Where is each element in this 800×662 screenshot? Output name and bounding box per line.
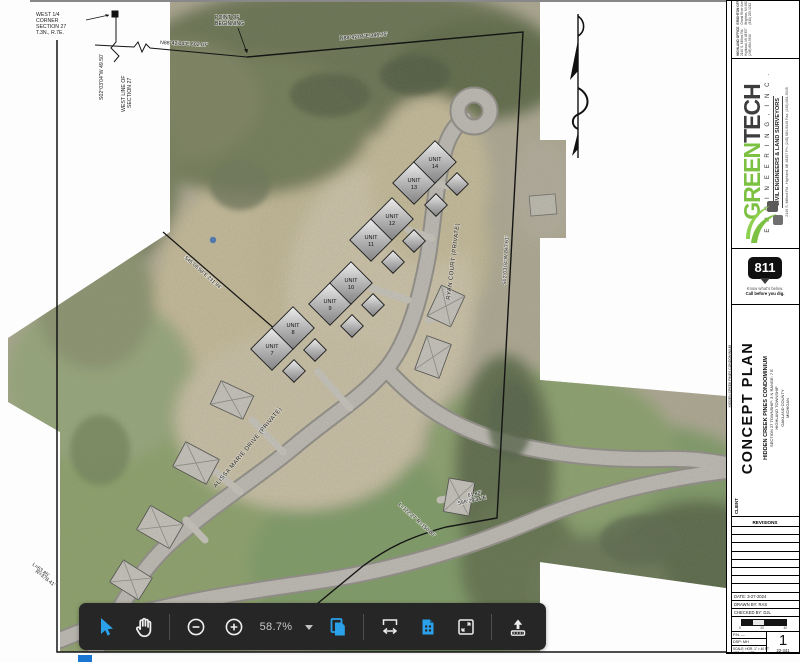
pdf-viewer: WEST 1/4 CORNER SECTION 27 T.3N., R.7E. … [0, 0, 800, 662]
fit-width-button[interactable] [371, 608, 408, 646]
company-tagline: CIVIL ENGINEERS & LAND SURVEYORS [773, 96, 783, 208]
toolbar-divider [169, 614, 170, 640]
graphic-scale-bar [741, 619, 787, 626]
concept-plan-drawing: WEST 1/4 CORNER SECTION 27 T.3N., R.7E. … [0, 0, 726, 662]
client-label: CLIENT [734, 470, 741, 514]
office-address-blocks: HIGHLAND OFFICE2140 S. Milford Rd. Highl… [737, 4, 755, 56]
revisions-table: REVISIONS [731, 518, 799, 593]
scale-ticks: 02040 [739, 626, 787, 630]
upload-icon [507, 616, 529, 638]
svg-text:T.3N., R.7E.: T.3N., R.7E. [36, 30, 64, 36]
office-address-block: BRIGHTON OFFICEGrand River Ave. Brighton… [737, 0, 755, 25]
checked-by-row: CHECKED BY: DJL [731, 609, 799, 617]
pages-icon [327, 616, 349, 638]
sheet-number: 1 [767, 633, 799, 648]
pages-tool-button[interactable] [319, 608, 356, 646]
revision-row [731, 535, 799, 543]
svg-text:N88°42'04"E 602.07': N88°42'04"E 602.07' [160, 40, 208, 48]
sheet-title: CONCEPT PLAN [740, 310, 760, 506]
markup-document-icon [417, 616, 439, 638]
title-block-bottom: P.N. — DSP: MH SCALE: HOR. 1" = 40 FT VE… [731, 631, 799, 652]
expand-icon [455, 616, 477, 638]
fullscreen-button[interactable] [447, 608, 484, 646]
job-number: 22-341 [767, 648, 799, 653]
revision-row [731, 552, 799, 560]
north-arrow-icon [570, 14, 588, 158]
drawn-by-row: DRAWN BY: RAS [731, 601, 799, 609]
viewer-toolbar: 58.7% [79, 603, 546, 650]
revision-row [731, 568, 799, 576]
revision-row [731, 560, 799, 568]
markup-list-button[interactable] [409, 608, 446, 646]
svg-text:SECTION 27: SECTION 27 [127, 78, 133, 108]
project-info: HIDDEN CREEK PINES CONDOMINIUM SECTION 2… [763, 310, 797, 506]
minus-circle-icon [185, 616, 207, 638]
revision-row [731, 527, 799, 535]
scale-note: SCALE: HOR. 1" = 40 FT VER. 1" = 4 FT [731, 646, 766, 655]
revision-row [731, 576, 799, 584]
svg-text:S02°03'04"W 49.50': S02°03'04"W 49.50' [99, 54, 105, 100]
toolbar-divider [363, 614, 364, 640]
shovel-icon [760, 278, 770, 284]
date-row: DATE: 3-27-2024 [731, 593, 799, 601]
sheet-edge-label: HIDDEN CREEK PINES CONDOMINIUM [728, 271, 732, 481]
select-tool-button[interactable] [87, 608, 124, 646]
taskbar-sliver [78, 655, 92, 662]
plus-circle-icon [223, 616, 245, 638]
svg-text:BEGINNING: BEGINNING [215, 21, 244, 27]
cursor-icon [95, 616, 117, 638]
chevron-down-icon [304, 623, 314, 631]
title-block: HIGHLAND OFFICE2140 S. Milford Rd. Highl… [726, 0, 800, 654]
revision-row [731, 543, 799, 551]
project-number: P.N. — [731, 632, 766, 639]
dsp-row: DSP: MH [731, 639, 766, 646]
zoom-out-button[interactable] [177, 608, 214, 646]
revisions-header: REVISIONS [731, 518, 799, 527]
zoom-level-dropdown[interactable] [300, 608, 318, 646]
export-button[interactable] [499, 608, 536, 646]
811-badge: 811 [748, 257, 782, 279]
company-address: 2140 S. Milford Rd., Highland, MI 48357 … [785, 87, 789, 216]
hand-icon [132, 615, 156, 639]
pan-tool-button[interactable] [125, 608, 162, 646]
leaf-logo-icon [743, 199, 785, 245]
office-address-block: HIGHLAND OFFICE2140 S. Milford Rd. Highl… [737, 27, 755, 56]
toolbar-divider [491, 614, 492, 640]
fit-width-icon [379, 616, 401, 638]
aerial-photo [0, 0, 726, 662]
zoom-level-value[interactable]: 58.7% [253, 621, 299, 633]
revision-row [731, 584, 799, 592]
call-811-logo: 811 Know what's below. Call before you d… [732, 251, 798, 301]
blue-marker [210, 237, 216, 243]
zoom-in-button[interactable] [215, 608, 252, 646]
